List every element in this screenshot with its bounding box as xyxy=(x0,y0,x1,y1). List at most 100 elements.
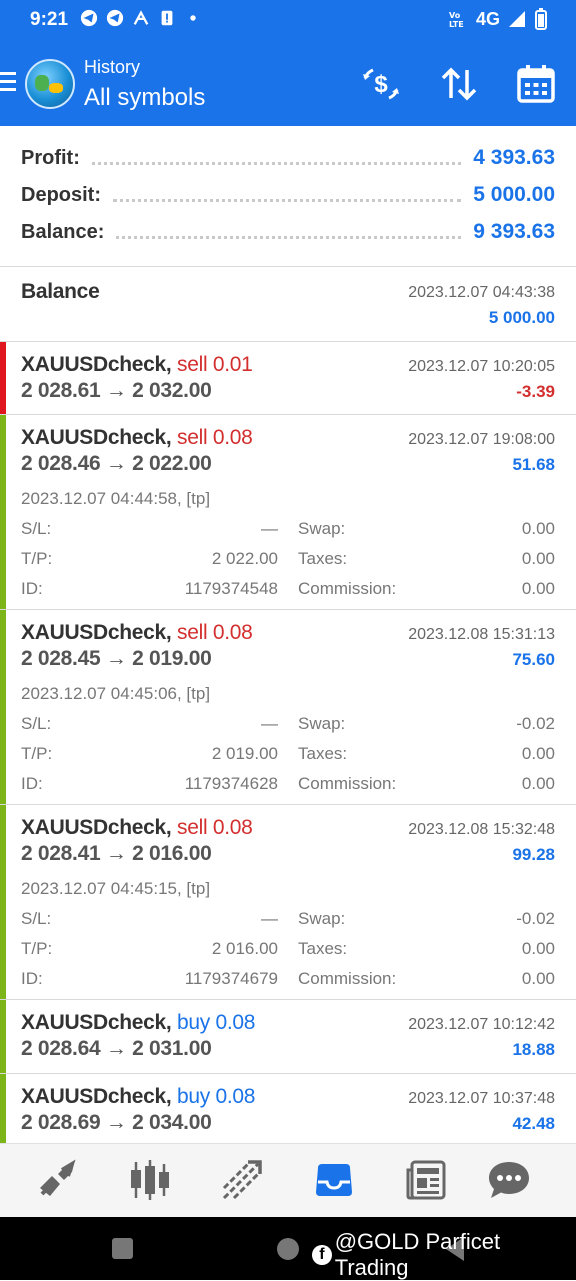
tp-value: 2 022.00 xyxy=(211,549,278,568)
deal-side: sell 0.08 xyxy=(177,816,253,839)
taxes-value: 0.00 xyxy=(521,549,555,568)
sl-value: — xyxy=(261,909,278,928)
deal-open-info: 2023.12.07 04:44:58, [tp] xyxy=(21,489,211,508)
deal-item[interactable]: XAUUSDcheck, buy 0.08 2 028.64 → 2 031.0… xyxy=(0,1000,576,1074)
deal-prices: 2 028.69 → 2 034.00 xyxy=(21,1111,212,1134)
deal-profit: 51.68 xyxy=(512,455,555,474)
profit-indicator-bar xyxy=(0,1074,6,1143)
tp-label: T/P: xyxy=(21,549,53,568)
dotted-leader xyxy=(116,226,462,239)
calendar-icon[interactable] xyxy=(516,64,556,104)
signal-icon xyxy=(509,11,525,27)
deal-title: XAUUSDcheck, buy 0.08 xyxy=(21,1085,255,1109)
id-value: 1179374548 xyxy=(184,579,278,598)
volte-icon: VoLTE xyxy=(449,11,464,29)
deal-open-info: 2023.12.07 04:45:15, [tp] xyxy=(21,879,211,898)
watermark: f @GOLD Parficet Trading xyxy=(312,1229,576,1281)
tp-value: 2 016.00 xyxy=(211,939,278,958)
status-time: 9:21 xyxy=(30,9,69,30)
deal-symbol: XAUUSDcheck, xyxy=(21,1011,172,1034)
deal-title: XAUUSDcheck, sell 0.08 xyxy=(21,816,253,840)
deal-title: XAUUSDcheck, buy 0.08 xyxy=(21,1011,255,1035)
deal-prices: 2 028.64 → 2 031.00 xyxy=(21,1037,212,1060)
balance-entry-label: Balance xyxy=(21,280,100,303)
deposit-row: Deposit: 5 000.00 xyxy=(21,181,555,209)
deal-profit: 75.60 xyxy=(512,650,555,669)
deal-title: XAUUSDcheck, sell 0.08 xyxy=(21,621,253,645)
profit-value: 4 393.63 xyxy=(473,146,555,169)
commission-value: 0.00 xyxy=(521,969,555,988)
dotted-leader xyxy=(113,189,462,202)
deal-close-time: 2023.12.07 10:20:05 xyxy=(408,358,555,375)
taxes-value: 0.00 xyxy=(521,939,555,958)
page-title[interactable]: All symbols xyxy=(84,84,205,112)
deal-side: sell 0.01 xyxy=(177,353,253,376)
dot-icon xyxy=(190,15,196,21)
network-type: 4G xyxy=(475,8,500,29)
page-subtitle: History xyxy=(84,57,141,77)
bottom-navigation xyxy=(0,1143,576,1218)
system-navigation-bar: f @GOLD Parficet Trading xyxy=(0,1217,576,1280)
deal-item-expanded[interactable]: XAUUSDcheck, sell 0.08 2 028.41 → 2 016.… xyxy=(0,805,576,1000)
menu-icon[interactable] xyxy=(0,72,16,94)
home-button[interactable] xyxy=(277,1238,299,1260)
recent-apps-button[interactable] xyxy=(112,1238,133,1259)
deal-profit: -3.39 xyxy=(516,382,555,401)
taxes-label: Taxes: xyxy=(298,939,348,958)
deal-prices: 2 028.46 → 2 022.00 xyxy=(21,452,212,475)
sort-icon[interactable] xyxy=(439,64,479,104)
sim-alert-icon xyxy=(161,10,173,26)
deal-side: sell 0.08 xyxy=(177,426,253,449)
trade-icon[interactable] xyxy=(220,1158,264,1202)
deal-side: buy 0.08 xyxy=(177,1085,256,1108)
deal-title: XAUUSDcheck, sell 0.08 xyxy=(21,426,253,450)
balance-entry-time: 2023.12.07 04:43:38 xyxy=(408,284,555,301)
deal-side: buy 0.08 xyxy=(177,1011,256,1034)
id-label: ID: xyxy=(21,579,43,598)
chat-icon[interactable] xyxy=(487,1158,531,1202)
notification-icons xyxy=(80,9,202,27)
metatrader-logo xyxy=(25,59,75,109)
currency-filter-icon[interactable]: $ xyxy=(361,64,401,104)
deal-item-expanded[interactable]: XAUUSDcheck, sell 0.08 2 028.45 → 2 019.… xyxy=(0,610,576,805)
swap-label: Swap: xyxy=(298,714,346,733)
deal-item-expanded[interactable]: XAUUSDcheck, sell 0.08 2 028.46 → 2 022.… xyxy=(0,415,576,610)
deal-item[interactable]: XAUUSDcheck, sell 0.01 2 028.61 → 2 032.… xyxy=(0,342,576,415)
sl-value: — xyxy=(261,714,278,733)
battery-icon xyxy=(535,8,547,30)
profit-indicator-bar xyxy=(0,1000,6,1073)
quotes-icon[interactable] xyxy=(36,1158,80,1202)
system-indicators: Vo LTE 4G xyxy=(448,8,548,30)
commission-label: Commission: xyxy=(298,579,397,598)
id-label: ID: xyxy=(21,774,43,793)
sl-label: S/L: xyxy=(21,909,52,928)
deal-close-time: 2023.12.07 10:12:42 xyxy=(408,1016,555,1033)
profit-row: Profit: 4 393.63 xyxy=(21,144,555,172)
taxes-label: Taxes: xyxy=(298,744,348,763)
deposit-value: 5 000.00 xyxy=(473,183,555,206)
sl-value: — xyxy=(261,519,278,538)
deal-close-time: 2023.12.07 19:08:00 xyxy=(408,431,555,448)
network-share-icon xyxy=(133,10,149,25)
profit-indicator-bar xyxy=(0,415,6,609)
deal-symbol: XAUUSDcheck, xyxy=(21,353,172,376)
telegram-icon xyxy=(106,9,124,27)
commission-label: Commission: xyxy=(298,969,397,988)
balance-label: Balance: xyxy=(21,220,105,243)
tp-label: T/P: xyxy=(21,939,53,958)
profit-indicator-bar xyxy=(0,610,6,804)
deal-item[interactable]: XAUUSDcheck, buy 0.08 2 028.69 → 2 034.0… xyxy=(0,1074,576,1143)
chart-candles-icon[interactable] xyxy=(128,1158,172,1202)
deal-prices: 2 028.41 → 2 016.00 xyxy=(21,842,212,865)
id-value: 1179374628 xyxy=(184,774,278,793)
commission-value: 0.00 xyxy=(521,579,555,598)
balance-row: Balance: 9 393.63 xyxy=(21,218,555,246)
history-inbox-icon[interactable] xyxy=(312,1158,356,1202)
balance-entry[interactable]: Balance 2023.12.07 04:43:38 5 000.00 xyxy=(0,266,576,342)
deal-profit: 42.48 xyxy=(512,1114,555,1133)
deal-prices: 2 028.61 → 2 032.00 xyxy=(21,379,212,402)
news-icon[interactable] xyxy=(404,1158,448,1202)
app-bar: History All symbols $ xyxy=(0,42,576,126)
profit-indicator-bar xyxy=(0,805,6,999)
deal-title: XAUUSDcheck, sell 0.01 xyxy=(21,353,253,377)
